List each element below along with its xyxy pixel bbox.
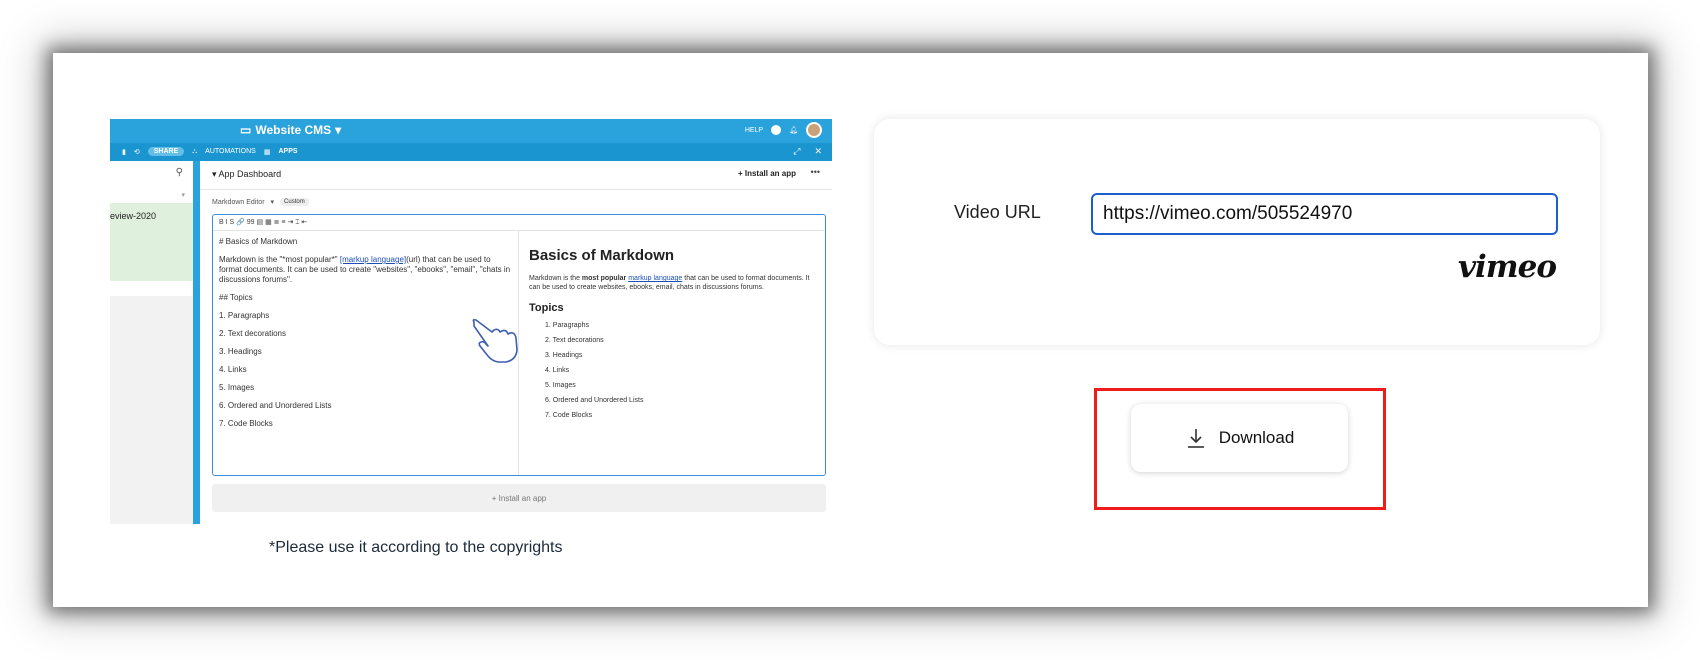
source-link: [markup language] bbox=[339, 255, 407, 264]
preview-item: 5. Images bbox=[545, 382, 576, 389]
preview-item: 2. Text decorations bbox=[545, 337, 604, 344]
app-title: ▭ Website CMS ▾ bbox=[240, 123, 341, 137]
source-text-1: Markdown is the "*most popular*" bbox=[219, 255, 340, 264]
app-title-text: Website CMS bbox=[255, 123, 332, 137]
source-paragraph: Markdown is the "*most popular*" [markup… bbox=[219, 255, 512, 285]
editor-label: Markdown Editor ▾ Custom bbox=[212, 198, 309, 206]
download-icon bbox=[1187, 429, 1204, 448]
page-frame: ▭ Website CMS ▾ HELP 🔔︎ ▮ ⟲ SHARE ⛬ AUTO… bbox=[53, 53, 1648, 607]
caret-down-icon: ▾ bbox=[270, 199, 275, 206]
automations-icon: ⛬ bbox=[192, 147, 198, 155]
row-label: eview-2020 bbox=[110, 211, 157, 221]
source-item: 3. Headings bbox=[219, 347, 262, 356]
dashboard-title: App Dashboard bbox=[218, 169, 282, 179]
expand-icon: ⤢ bbox=[793, 146, 801, 156]
bell-icon: 🔔︎ bbox=[789, 127, 798, 134]
preview-item: 3. Headings bbox=[545, 352, 583, 359]
help-icon bbox=[771, 125, 782, 135]
vimeo-logo: vimeo bbox=[1458, 249, 1557, 285]
install-app-bar: + Install an app bbox=[212, 484, 826, 512]
video-url-label: Video URL bbox=[954, 202, 1041, 222]
install-app-label: Install an app bbox=[744, 169, 796, 178]
source-item: 6. Ordered and Unordered Lists bbox=[219, 401, 332, 410]
automations-label: AUTOMATIONS bbox=[205, 148, 256, 155]
video-url-input[interactable] bbox=[1091, 193, 1558, 235]
highlighted-row: eview-2020 bbox=[110, 203, 193, 281]
subbar-left: ▮ ⟲ SHARE ⛬ AUTOMATIONS ▦ APPS bbox=[122, 147, 298, 156]
left-column: ⚲ ▾ eview-2020 bbox=[110, 161, 193, 524]
source-item: 4. Links bbox=[219, 365, 247, 374]
preview-list: 1. Paragraphs 2. Text decorations 3. Hea… bbox=[529, 322, 817, 419]
install-app-top: + Install an app bbox=[738, 169, 796, 178]
source-topics: ## Topics bbox=[219, 293, 253, 302]
source-item: 1. Paragraphs bbox=[219, 311, 270, 320]
preview-item: 1. Paragraphs bbox=[545, 322, 589, 329]
hand-pointer-icon bbox=[472, 318, 518, 363]
laptop-icon: ▭ bbox=[240, 123, 252, 137]
history-icon: ⟲ bbox=[133, 148, 140, 156]
source-heading: # Basics of Markdown bbox=[219, 237, 298, 246]
preview-item: 7. Code Blocks bbox=[545, 412, 593, 419]
app-topbar: ▭ Website CMS ▾ HELP 🔔︎ bbox=[110, 119, 832, 143]
preview-paragraph: Markdown is the most popular markup lang… bbox=[529, 274, 817, 292]
preview-heading: Basics of Markdown bbox=[529, 247, 675, 264]
close-icon: ✕ bbox=[814, 146, 822, 156]
avatar bbox=[806, 122, 822, 138]
more-icon: ••• bbox=[810, 167, 820, 177]
chevron-down-icon: ▾ bbox=[181, 192, 185, 199]
share-pill: SHARE bbox=[147, 147, 185, 156]
markdown-preview: Basics of Markdown Markdown is the most … bbox=[519, 231, 825, 475]
apps-icon: ▦ bbox=[263, 148, 271, 156]
preview-text-1: Markdown is the bbox=[529, 275, 582, 282]
splitter bbox=[193, 161, 200, 524]
url-card: Video URL vimeo bbox=[874, 119, 1600, 345]
subbar-right: ⤢ ✕ bbox=[793, 146, 822, 157]
gray-area bbox=[110, 296, 193, 524]
trash-icon: ▮ bbox=[122, 148, 126, 156]
topbar-right: HELP 🔔︎ bbox=[745, 122, 822, 138]
editor-name: Markdown Editor bbox=[212, 198, 265, 206]
caret-down-icon: ▾ bbox=[212, 169, 217, 179]
source-item: 5. Images bbox=[219, 383, 255, 392]
editor-toolbar: B I S 🔗 99 ▤ ▦ ≣ ≡ ⇥ ⌶ ⇤ bbox=[213, 215, 825, 231]
search-icon: ⚲ bbox=[175, 167, 183, 178]
download-label: Download bbox=[1218, 428, 1295, 447]
app-subbar: ▮ ⟲ SHARE ⛬ AUTOMATIONS ▦ APPS ⤢ ✕ bbox=[110, 143, 832, 161]
help-label: HELP bbox=[744, 126, 764, 134]
download-button[interactable]: Download bbox=[1131, 404, 1348, 472]
source-item: 2. Text decorations bbox=[219, 329, 287, 338]
demo-screenshot: ▭ Website CMS ▾ HELP 🔔︎ ▮ ⟲ SHARE ⛬ AUTO… bbox=[110, 119, 832, 524]
apps-label: APPS bbox=[278, 148, 298, 155]
preview-link: markup language bbox=[628, 275, 683, 282]
divider bbox=[200, 189, 832, 190]
preview-bold: most popular bbox=[581, 275, 627, 282]
plus-icon: + bbox=[737, 169, 745, 178]
app-panel: ▾ App Dashboard + Install an app ••• Mar… bbox=[200, 161, 832, 524]
dashboard-header: ▾ App Dashboard bbox=[212, 169, 281, 180]
editor-mode-pill: Custom bbox=[280, 198, 309, 206]
copyright-caption: *Please use it according to the copyrigh… bbox=[269, 539, 563, 556]
preview-item: 4. Links bbox=[545, 367, 570, 374]
source-item: 7. Code Blocks bbox=[219, 419, 273, 428]
preview-topics: Topics bbox=[529, 302, 564, 314]
preview-item: 6. Ordered and Unordered Lists bbox=[545, 397, 644, 404]
caret-down-icon: ▾ bbox=[335, 123, 342, 137]
